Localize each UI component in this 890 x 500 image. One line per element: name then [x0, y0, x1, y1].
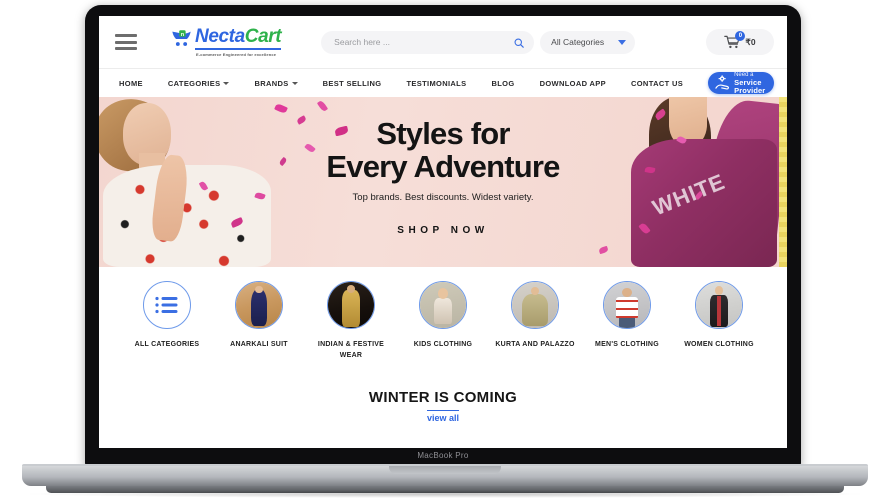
category-label: ANARKALI SUIT — [230, 341, 288, 348]
nav-item-home[interactable]: HOME — [119, 79, 143, 88]
category-select[interactable]: All Categories — [540, 30, 636, 54]
nav-item-label: TESTIMONIALS — [406, 78, 467, 88]
nav-item-label: CATEGORIES — [167, 78, 221, 88]
category-label: ALL CATEGORIES — [134, 341, 200, 348]
category-label: KURTA AND PALAZZO — [495, 341, 575, 348]
category-strip: ALL CATEGORIES ANARKALI SUIT INDIAN & FE… — [99, 267, 787, 361]
category-item-anarkali-suit[interactable]: ANARKALI SUIT — [215, 281, 303, 361]
search-group: All Categories — [321, 30, 636, 54]
category-item-kurta-and-palazzo[interactable]: KURTA AND PALAZZO — [491, 281, 579, 361]
gear-hand-icon — [715, 75, 730, 91]
cart-badge: 0 — [735, 31, 746, 41]
site-header: n NectaCart E-commerce Engineered for ex… — [99, 16, 787, 69]
promo-section: WINTER IS COMING view all — [99, 389, 787, 426]
nav-item-label: BEST SELLING — [322, 78, 382, 88]
hero-subtitle: Top brands. Best discounts. Widest varie… — [352, 192, 534, 203]
search-icon[interactable] — [513, 36, 525, 48]
macbook-label: MacBook Pro — [417, 451, 469, 460]
logo-name-part1: Necta — [195, 26, 245, 48]
nav-item-testimonials[interactable]: TESTIMONIALS — [406, 79, 466, 88]
logo-wordmark: NectaCart — [195, 26, 282, 51]
search-input[interactable] — [334, 37, 514, 47]
hero-banner[interactable]: WHITE Styles for Every Adventure Top bra… — [99, 97, 787, 267]
nav-item-best-selling[interactable]: BEST SELLING — [323, 79, 382, 88]
shopping-cart-icon: 0 — [724, 31, 746, 49]
logo-name-part2: Cart — [244, 26, 282, 48]
search-box[interactable] — [321, 30, 535, 54]
cart-button[interactable]: 0 ₹0 — [706, 29, 774, 55]
hero-title-line1: Styles for — [376, 116, 510, 151]
category-item-women-clothing[interactable]: WOMEN CLOTHING — [675, 281, 763, 361]
laptop-open-notch — [389, 466, 501, 474]
category-select-label: All Categories — [551, 37, 605, 47]
hero-copy: Styles for Every Adventure Top brands. B… — [99, 117, 787, 236]
category-thumbnail — [327, 281, 375, 329]
nav-item-blog[interactable]: BLOG — [491, 79, 514, 88]
category-thumbnail — [695, 281, 743, 329]
need-service-provider-button[interactable]: Need a Service Provider — [708, 72, 775, 95]
chevron-down-icon — [291, 82, 298, 85]
category-thumbnail — [603, 281, 651, 329]
nav-item-download-app[interactable]: DOWNLOAD APP — [540, 79, 606, 88]
nav-item-label: BLOG — [491, 78, 515, 88]
nav-item-label: DOWNLOAD APP — [539, 78, 606, 88]
category-item-kids-clothing[interactable]: KIDS CLOTHING — [399, 281, 487, 361]
hero-title: Styles for Every Adventure — [99, 117, 787, 183]
laptop-mockup: n NectaCart E-commerce Engineered for ex… — [0, 0, 890, 500]
chevron-down-icon[interactable] — [618, 39, 627, 45]
shopping-cart-logo-icon: n — [170, 28, 193, 50]
browser-viewport: n NectaCart E-commerce Engineered for ex… — [99, 16, 787, 448]
category-thumbnail — [511, 281, 559, 329]
main-navigation: HOME CATEGORIES BRANDS BEST SELLING TEST… — [99, 69, 787, 97]
category-thumbnail — [235, 281, 283, 329]
service-provider-line1: Need a — [734, 72, 754, 78]
chevron-down-icon — [223, 82, 230, 85]
category-item-indian-festive-wear[interactable]: INDIAN & FESTIVE WEAR — [307, 281, 395, 361]
category-thumbnail — [143, 281, 191, 329]
nav-item-label: BRANDS — [254, 78, 289, 88]
category-label: MEN'S CLOTHING — [595, 341, 659, 348]
shop-now-button[interactable]: SHOP NOW — [99, 225, 787, 236]
category-label: WOMEN CLOTHING — [684, 341, 754, 348]
logo-tagline: E-commerce Engineered for excellence — [196, 51, 277, 57]
nav-item-categories[interactable]: CATEGORIES — [168, 79, 230, 88]
list-icon — [154, 295, 180, 315]
service-provider-line2: Service Provider — [734, 78, 766, 95]
hamburger-menu-icon[interactable] — [115, 34, 137, 50]
hero-title-line2: Every Adventure — [326, 149, 560, 184]
category-item-mens-clothing[interactable]: MEN'S CLOTHING — [583, 281, 671, 361]
nav-item-brands[interactable]: BRANDS — [254, 78, 298, 88]
nav-item-contact-us[interactable]: CONTACT US — [631, 79, 683, 88]
cart-total: ₹0 — [745, 36, 756, 47]
category-thumbnail — [419, 281, 467, 329]
nav-item-label: HOME — [119, 78, 143, 88]
view-all-link[interactable]: view all — [426, 410, 460, 423]
nav-item-label: CONTACT US — [630, 78, 684, 88]
category-label: INDIAN & FESTIVE WEAR — [317, 341, 385, 359]
brand-logo[interactable]: n NectaCart E-commerce Engineered for ex… — [170, 26, 282, 57]
category-item-all-categories[interactable]: ALL CATEGORIES — [123, 281, 211, 361]
category-label: KIDS CLOTHING — [413, 341, 473, 348]
promo-title: WINTER IS COMING — [368, 389, 518, 406]
laptop-shadow — [30, 490, 860, 498]
